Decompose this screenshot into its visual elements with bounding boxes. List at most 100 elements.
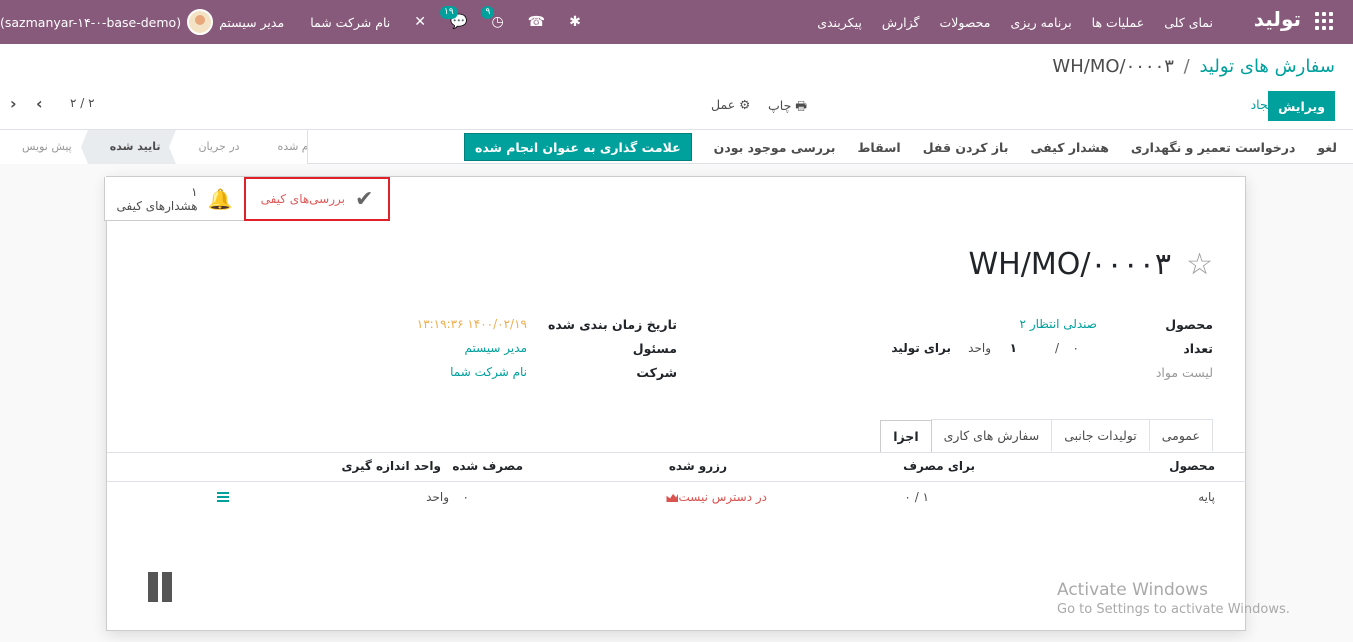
breadcrumb-separator: / [1183, 56, 1190, 77]
statusbar: علامت گذاری به عنوان انجام شده بررسی موج… [0, 130, 1353, 164]
responsible-label: مسئول [632, 341, 677, 356]
debug-icon[interactable]: ✱ [569, 14, 581, 30]
cell-product: پایه [1198, 490, 1215, 504]
responsible-value[interactable]: مدیر سیستم [465, 341, 528, 355]
unlock-button[interactable]: باز کردن قفل [923, 140, 1009, 155]
company-label: شرکت [636, 365, 677, 380]
forecast-chart-icon[interactable] [666, 493, 679, 502]
user-menu[interactable]: مدیر سیستم [219, 15, 284, 30]
column-uom[interactable]: واحد اندازه گیری [341, 459, 441, 473]
menu-planning[interactable]: برنامه ریزی [1010, 15, 1071, 30]
column-product[interactable]: محصول [1169, 459, 1215, 473]
quality-checks-label: بررسی‌های کیفی [260, 192, 345, 206]
stage-in-progress: در جریان [169, 130, 256, 164]
tab-components[interactable]: اجزا [880, 420, 932, 452]
stage-progress: پیش نویس تایید شده در جریان انجام شده [0, 130, 308, 164]
cancel-button[interactable]: لغو [1317, 140, 1337, 155]
quantity-label: تعداد [1183, 341, 1213, 356]
scheduled-date-value[interactable]: ۱۴۰۰/۰۲/۱۹ ۱۳:۱۹:۳۶ [417, 317, 527, 331]
quantity-done: ۰ [1072, 341, 1079, 355]
tab-work-orders[interactable]: سفارش های کاری [930, 419, 1053, 451]
user-avatar[interactable] [187, 9, 214, 35]
clock-icon[interactable]: ◷ ۹ [481, 6, 504, 30]
smart-buttons: 🔔 ۱ هشدارهای کیفی ✔ بررسی‌های کیفی [104, 177, 390, 221]
database-name: (sazmanyar-۱۴-۰-base-demo) [0, 14, 182, 30]
action-menu[interactable]: ⚙ عمل [711, 97, 750, 112]
column-to-consume[interactable]: برای مصرف [903, 459, 975, 473]
statusbar-buttons: علامت گذاری به عنوان انجام شده بررسی موج… [454, 132, 1337, 162]
tab-by-products[interactable]: تولیدات جانبی [1051, 419, 1150, 451]
menu-overview[interactable]: نمای کلی [1164, 15, 1213, 30]
activity-badge: ۹ [481, 6, 495, 19]
cell-reserved: در دسترس نیست [660, 490, 767, 504]
bell-icon: 🔔 [207, 186, 233, 211]
menu-configuration[interactable]: پیکربندی [817, 15, 862, 30]
breadcrumb-current: WH/MO/۰۰۰۰۳ [1052, 56, 1174, 77]
quality-alerts-smart-button[interactable]: 🔔 ۱ هشدارهای کیفی [104, 177, 244, 221]
scheduled-date-label: تاریخ زمان بندی شده [547, 317, 677, 332]
quality-checks-smart-button[interactable]: ✔ بررسی‌های کیفی [244, 177, 390, 221]
stage-confirmed: تایید شده [80, 130, 177, 164]
product-label: محصول [1165, 317, 1213, 332]
check-availability-button[interactable]: بررسی موجود بودن [714, 140, 836, 155]
print-icon: 🖶 [791, 98, 808, 113]
pager-next-icon[interactable]: › [36, 94, 43, 113]
logo-mark-icon [148, 572, 174, 602]
breadcrumb: سفارش های تولید / WH/MO/۰۰۰۰۳ [1052, 56, 1335, 77]
detailed-operations-icon[interactable] [217, 492, 229, 502]
priority-star-icon[interactable]: ☆ [1186, 247, 1213, 282]
watermark-line1: Activate Windows [1057, 580, 1208, 600]
stage-list: پیش نویس تایید شده در جریان انجام شده [0, 130, 307, 164]
table-row[interactable]: پایه ۱ / ۰ در دسترس نیست ۰ واحد [107, 483, 1247, 513]
create-button[interactable]: ایجاد [1251, 97, 1275, 112]
column-consumed[interactable]: مصرف شده [452, 459, 523, 473]
cell-uom: واحد [426, 490, 449, 504]
scrap-button[interactable]: اسقاط [857, 140, 900, 155]
quantity-separator: / [1054, 341, 1059, 355]
quality-alert-button[interactable]: هشدار کیفی [1030, 140, 1108, 155]
quality-alerts-label: هشدارهای کیفی [116, 198, 198, 213]
stage-done: انجام شده [248, 130, 307, 164]
fields-group-left: تاریخ زمان بندی شده ۱۴۰۰/۰۲/۱۹ ۱۳:۱۹:۳۶ … [137, 317, 677, 389]
record-title: WH/MO/۰۰۰۰۳ [968, 247, 1172, 282]
company-value[interactable]: نام شرکت شما [450, 365, 527, 379]
windows-activation-watermark: Activate Windows Go to Settings to activ… [1057, 580, 1290, 617]
product-value[interactable]: صندلی انتظار ۲ [1020, 317, 1097, 331]
print-menu[interactable]: 🖶 چاپ [768, 97, 807, 118]
column-reserved[interactable]: رزرو شده [669, 459, 727, 473]
breadcrumb-parent[interactable]: سفارش های تولید [1199, 56, 1335, 77]
print-label: چاپ [768, 98, 792, 113]
menu-operations[interactable]: عملیات ها [1092, 15, 1145, 30]
apps-menu-icon[interactable] [1315, 12, 1333, 30]
messages-badge: ۱۹ [440, 6, 458, 19]
notebook-tabs: اجزا سفارش های کاری تولیدات جانبی عمومی [880, 419, 1213, 452]
action-label: عمل [711, 97, 736, 112]
stage-draft: پیش نویس [0, 130, 88, 164]
quantity-uom: واحد [968, 341, 991, 355]
phone-icon[interactable]: ☎ [528, 14, 545, 30]
app-brand[interactable]: تولید [1254, 7, 1301, 31]
pager-previous-icon[interactable]: ‹ [10, 94, 17, 113]
company-switcher[interactable]: نام شرکت شما [310, 15, 390, 30]
quantity-total: ۱ [1009, 341, 1017, 355]
main-menu: نمای کلی عملیات ها برنامه ریزی محصولات گ… [797, 0, 1213, 44]
systray: (sazmanyar-۱۴-۰-base-demo) مدیر سیستم نا… [0, 0, 581, 44]
edit-button[interactable]: ویرایش [1268, 91, 1335, 121]
maintenance-request-button[interactable]: درخواست تعمیر و نگهداری [1131, 140, 1295, 155]
gear-icon: ⚙ [735, 97, 751, 112]
mark-as-done-button[interactable]: علامت گذاری به عنوان انجام شده [464, 133, 692, 161]
components-table-header: محصول برای مصرف رزرو شده مصرف شده واحد ا… [107, 452, 1247, 482]
tab-miscellaneous[interactable]: عمومی [1148, 419, 1213, 451]
tools-icon[interactable]: ✕ [414, 14, 426, 30]
pager-value[interactable]: ۲ / ۲ [70, 96, 95, 110]
menu-reporting[interactable]: گزارش [882, 15, 920, 30]
bom-label: لیست مواد [1155, 365, 1213, 380]
check-icon: ✔ [355, 186, 374, 212]
quality-alerts-text: ۱ هشدارهای کیفی [117, 185, 198, 213]
menu-products[interactable]: محصولات [939, 15, 990, 30]
chat-icon[interactable]: 💬 ۱۹ [440, 6, 467, 30]
brand-logo-watermark [28, 572, 174, 602]
quantity-to-produce: برای تولید [891, 341, 951, 355]
quality-alerts-count: ۱ [191, 184, 198, 199]
reserved-text: در دسترس نیست [678, 490, 767, 504]
